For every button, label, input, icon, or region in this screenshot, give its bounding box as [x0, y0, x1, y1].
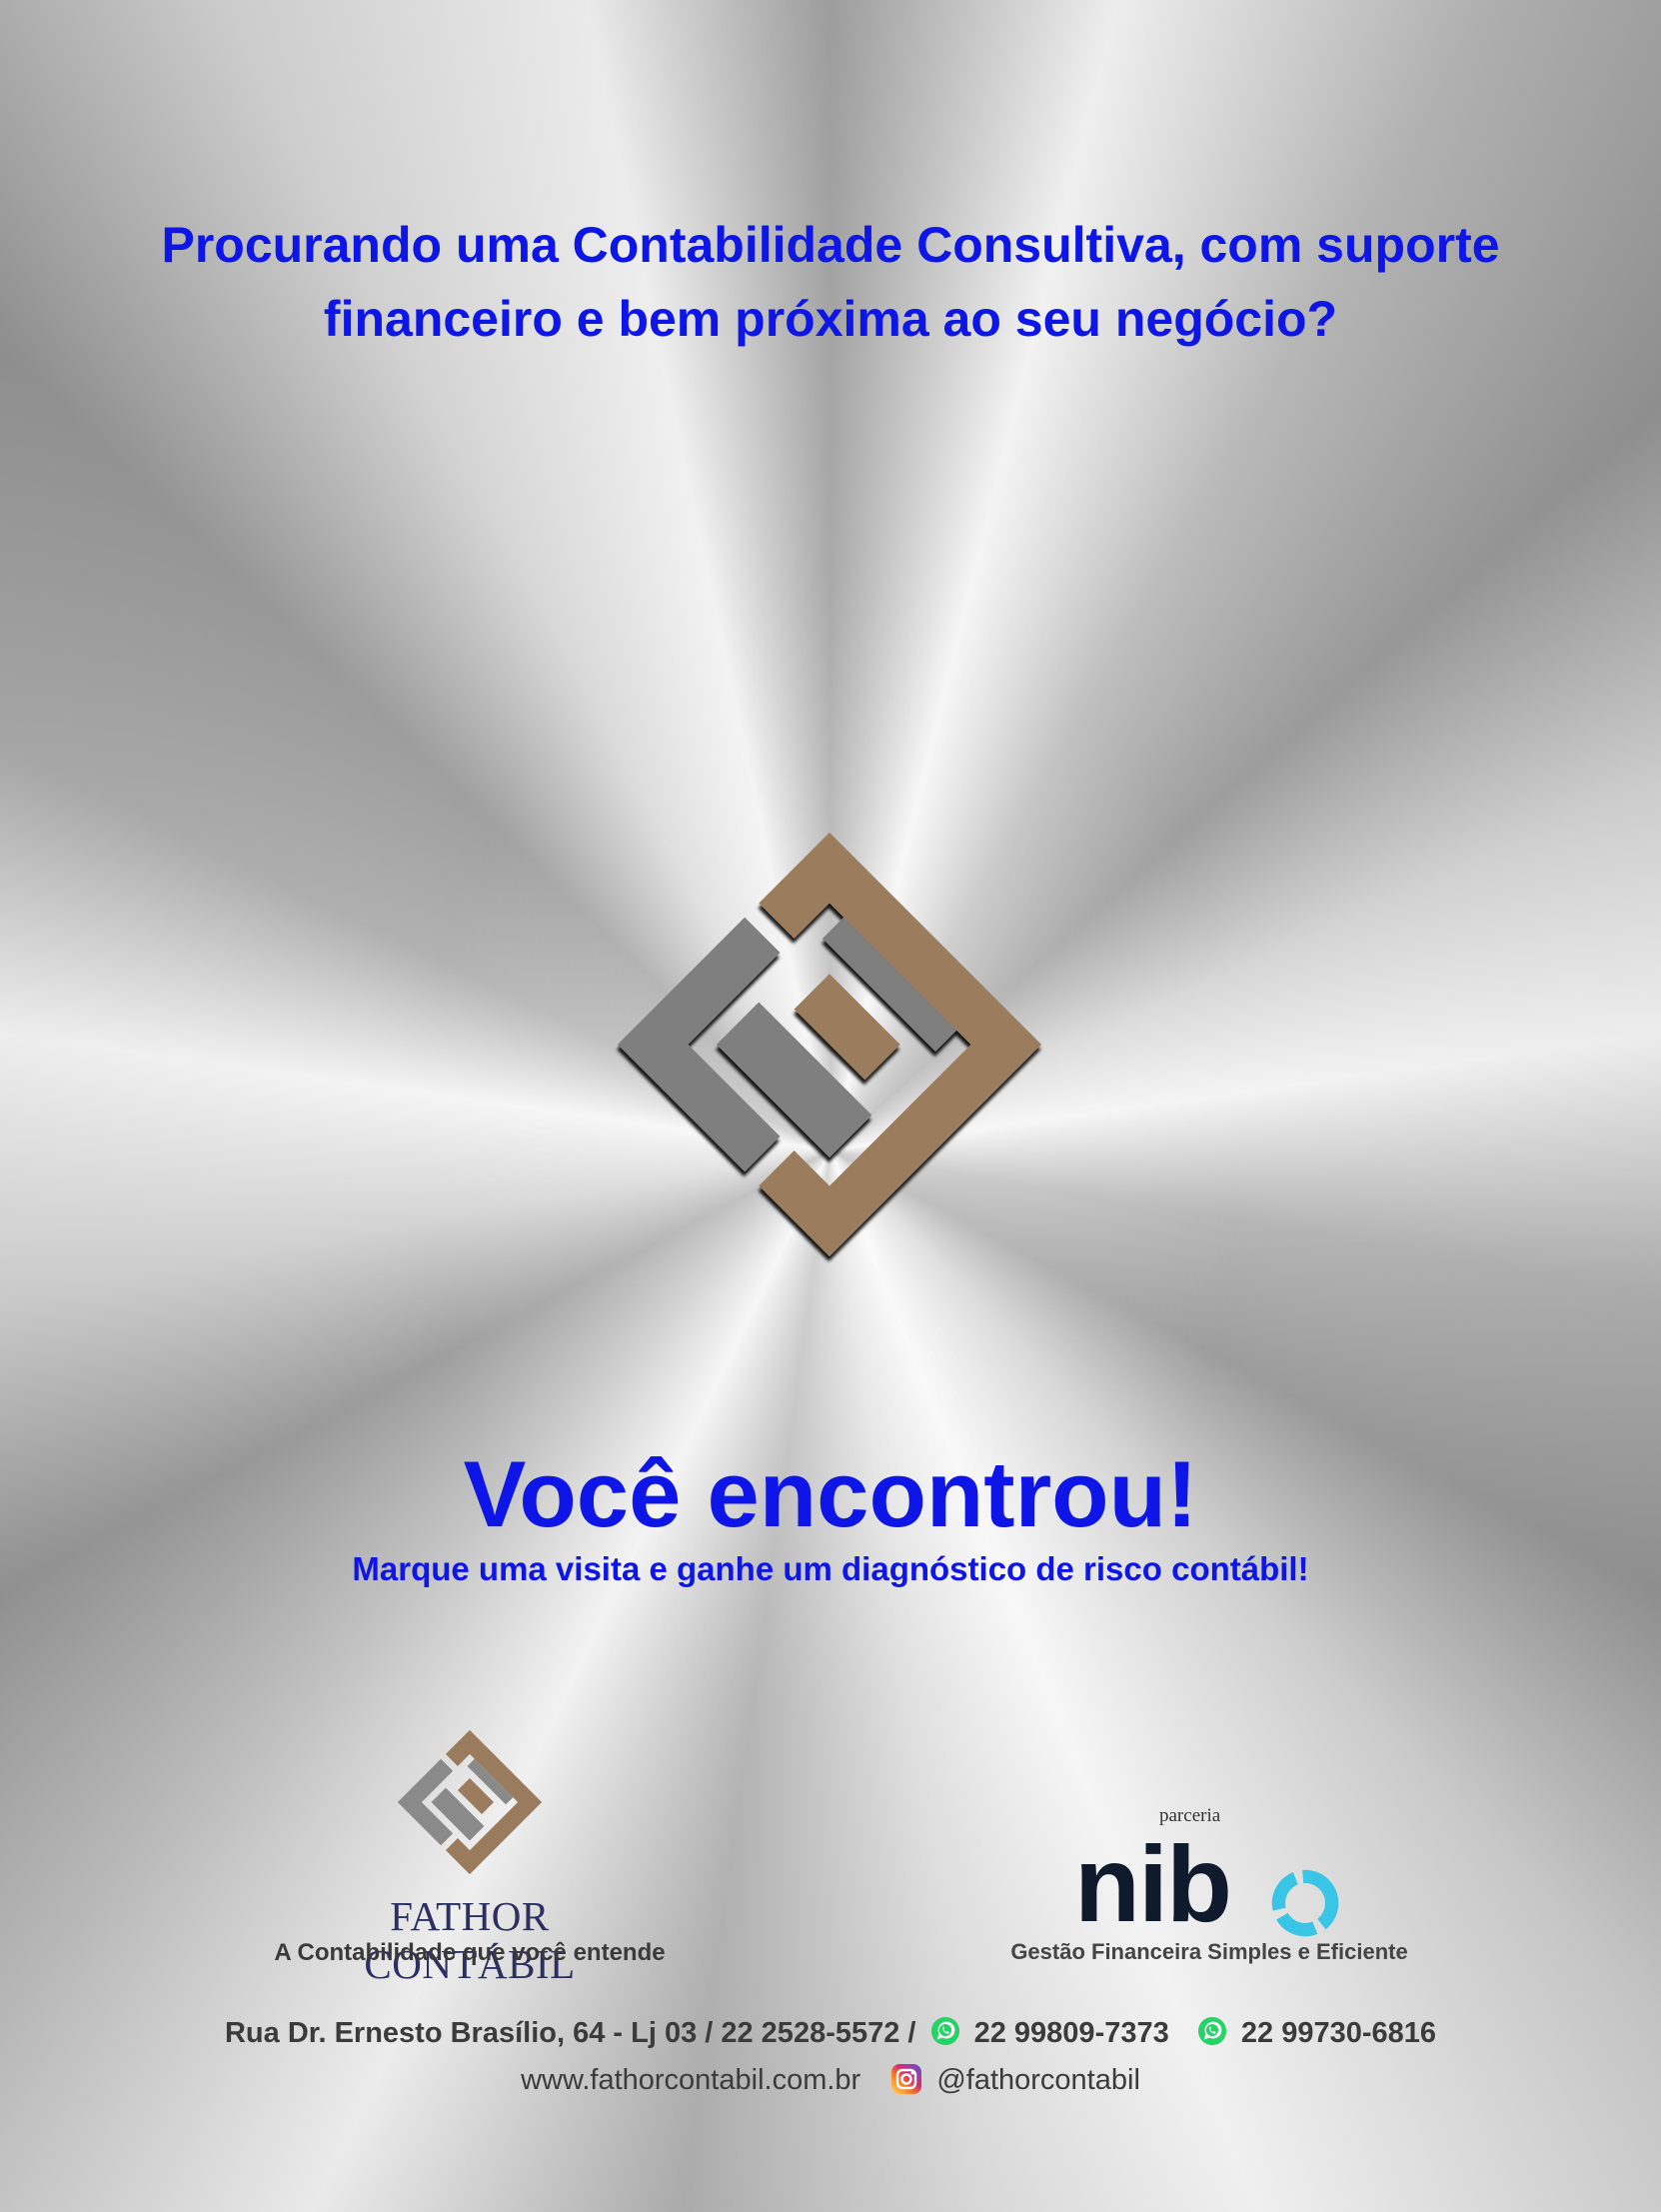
whatsapp-number-2: 22 99730-6816 — [1240, 2016, 1437, 2049]
fathor-logo-large — [617, 832, 1042, 1257]
headline-line-2: financeiro e bem próxima ao seu negócio? — [323, 291, 1338, 347]
instagram-icon — [891, 2064, 922, 2094]
headline-line-1: Procurando uma Contabilidade Consultiva,… — [161, 217, 1500, 273]
whatsapp-icon — [930, 2017, 959, 2046]
address-line: Rua Dr. Ernesto Brasílio, 64 - Lj 03 / 2… — [0, 2016, 1661, 2050]
fathor-logo-small — [397, 1729, 543, 1875]
nibo-logo-text: nib — [1074, 1823, 1232, 1944]
offer-text: Marque uma visita e ganhe um diagnóstico… — [352, 1550, 1309, 1587]
address-phone: Rua Dr. Ernesto Brasílio, 64 - Lj 03 / 2… — [224, 2016, 916, 2049]
whatsapp-icon — [1197, 2017, 1226, 2046]
fathor-tagline: A Contabilidade que você entende — [274, 1939, 666, 1966]
nibo-tagline: Gestão Financeira Simples e Eficiente — [1010, 1939, 1408, 1964]
nibo-ring-icon — [1271, 1869, 1339, 1937]
web-social-line: www.fathorcontabil.com.br @fathorcontabi… — [0, 2063, 1661, 2100]
website-link[interactable]: www.fathorcontabil.com.br — [521, 2064, 860, 2096]
found-heading: Você encontrou! — [463, 1441, 1198, 1546]
whatsapp-number-1: 22 99809-7373 — [973, 2016, 1169, 2049]
headline: Procurando uma Contabilidade Consultiva,… — [0, 208, 1661, 356]
instagram-handle[interactable]: @fathorcontabil — [936, 2064, 1140, 2096]
